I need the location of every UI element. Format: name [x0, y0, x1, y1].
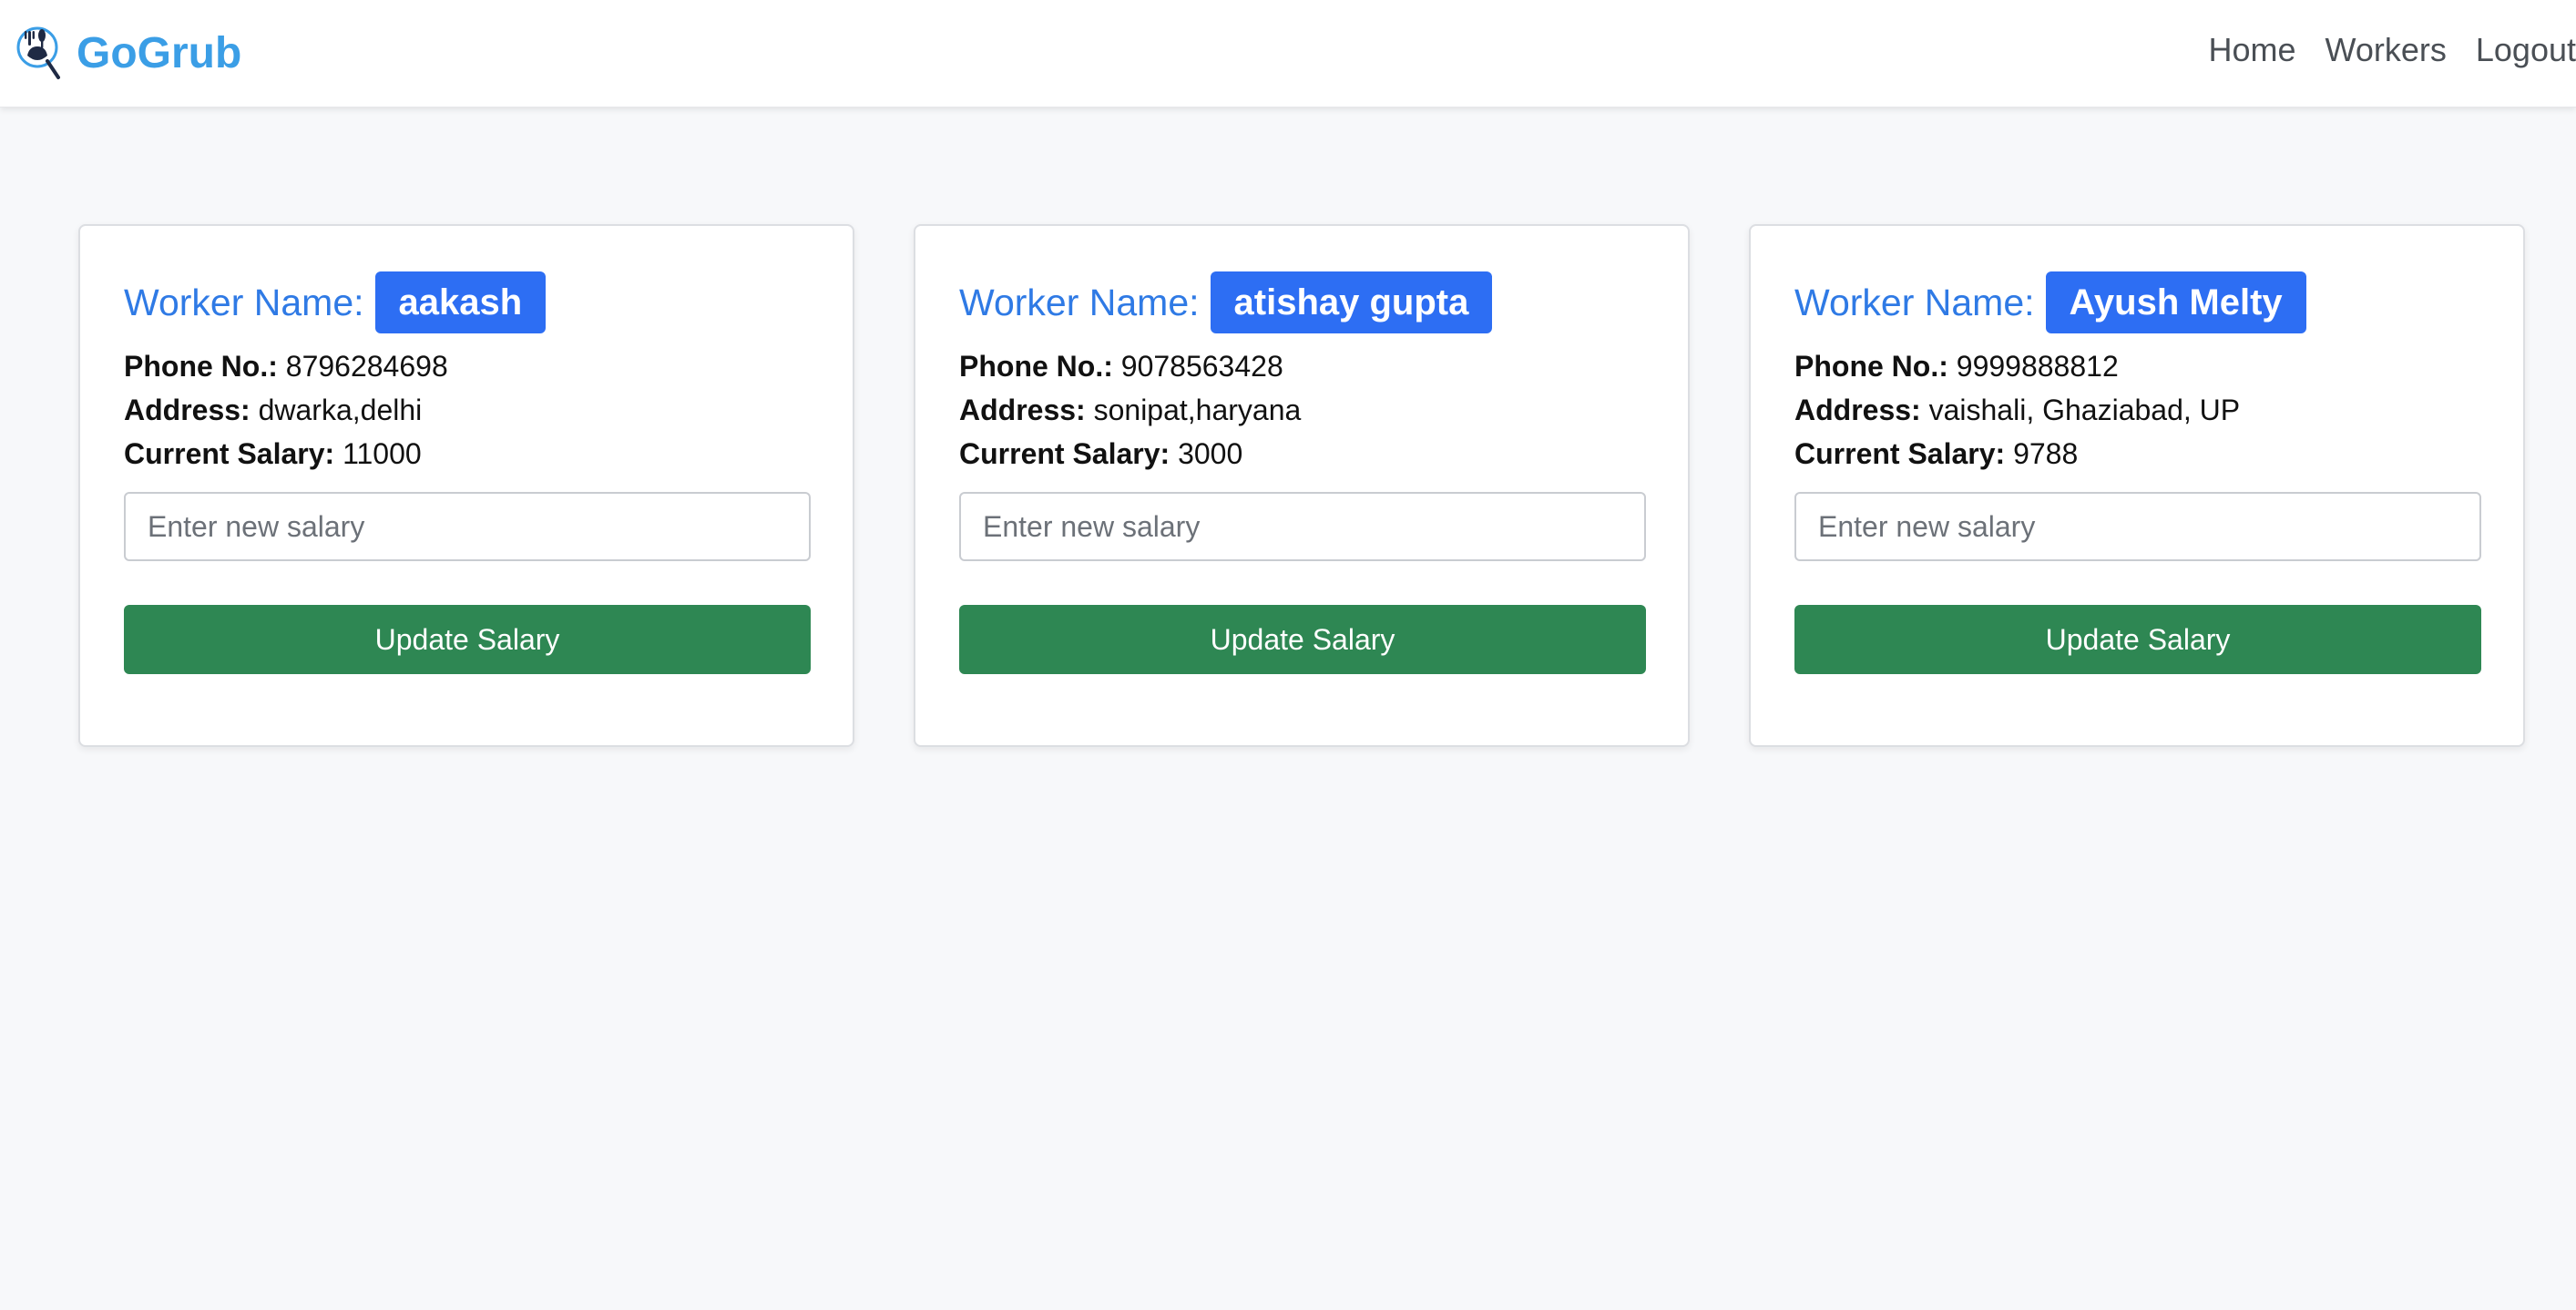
- worker-cards: Worker Name: aakash Phone No.: 879628469…: [78, 224, 2525, 747]
- salary-value: 11000: [342, 437, 422, 470]
- salary-value: 3000: [1178, 437, 1243, 470]
- address-value: sonipat,haryana: [1093, 394, 1302, 426]
- address-value: vaishali, Ghaziabad, UP: [1928, 394, 2241, 426]
- address-label: Address:: [959, 394, 1086, 426]
- worker-card: Worker Name: atishay gupta Phone No.: 90…: [914, 224, 1690, 747]
- worker-name-label: Worker Name:: [1794, 281, 2035, 323]
- worker-title: Worker Name: aakash: [124, 271, 547, 333]
- worker-address: Address: dwarka,delhi: [124, 394, 422, 427]
- phone-label: Phone No.:: [124, 350, 278, 383]
- worker-name-badge: atishay gupta: [1210, 271, 1493, 333]
- phone-value: 9999888812: [1956, 350, 2119, 383]
- update-salary-button[interactable]: Update Salary: [1794, 605, 2481, 674]
- address-value: dwarka,delhi: [258, 394, 423, 426]
- new-salary-input[interactable]: [1794, 492, 2481, 561]
- worker-phone: Phone No.: 9078563428: [959, 350, 1283, 384]
- brand[interactable]: GoGrub: [15, 15, 241, 91]
- worker-name-label: Worker Name:: [959, 281, 1200, 323]
- nav-links: Home Workers Logout: [2180, 24, 2576, 77]
- worker-card: Worker Name: aakash Phone No.: 879628469…: [78, 224, 854, 747]
- address-label: Address:: [124, 394, 250, 426]
- update-salary-button[interactable]: Update Salary: [124, 605, 811, 674]
- nav-workers-link[interactable]: Workers: [2326, 31, 2447, 69]
- chef-logo-icon: [16, 26, 60, 79]
- salary-label: Current Salary:: [1794, 437, 2006, 470]
- worker-name-badge: aakash: [374, 271, 547, 333]
- new-salary-input[interactable]: [959, 492, 1646, 561]
- worker-address: Address: sonipat,haryana: [959, 394, 1301, 427]
- worker-title: Worker Name: Ayush Melty: [1794, 271, 2306, 333]
- worker-salary: Current Salary: 9788: [1794, 437, 2078, 471]
- phone-value: 8796284698: [285, 350, 448, 383]
- brand-name: GoGrub: [77, 28, 242, 77]
- salary-value: 9788: [2013, 437, 2079, 470]
- worker-name-label: Worker Name:: [124, 281, 364, 323]
- salary-label: Current Salary:: [124, 437, 335, 470]
- new-salary-input[interactable]: [124, 492, 811, 561]
- worker-address: Address: vaishali, Ghaziabad, UP: [1794, 394, 2240, 427]
- address-label: Address:: [1794, 394, 1921, 426]
- phone-label: Phone No.:: [1794, 350, 1948, 383]
- worker-title: Worker Name: atishay gupta: [959, 271, 1493, 333]
- phone-value: 9078563428: [1120, 350, 1283, 383]
- worker-name-badge: Ayush Melty: [2045, 271, 2306, 333]
- worker-phone: Phone No.: 9999888812: [1794, 350, 2119, 384]
- salary-label: Current Salary:: [959, 437, 1170, 470]
- nav-logout-link[interactable]: Logout: [2476, 31, 2576, 69]
- phone-label: Phone No.:: [959, 350, 1113, 383]
- worker-phone: Phone No.: 8796284698: [124, 350, 448, 384]
- update-salary-button[interactable]: Update Salary: [959, 605, 1646, 674]
- worker-salary: Current Salary: 11000: [124, 437, 422, 471]
- worker-salary: Current Salary: 3000: [959, 437, 1242, 471]
- worker-card: Worker Name: Ayush Melty Phone No.: 9999…: [1749, 224, 2525, 747]
- navbar: GoGrub Home Workers Logout: [0, 0, 2576, 107]
- nav-home-link[interactable]: Home: [2209, 31, 2296, 69]
